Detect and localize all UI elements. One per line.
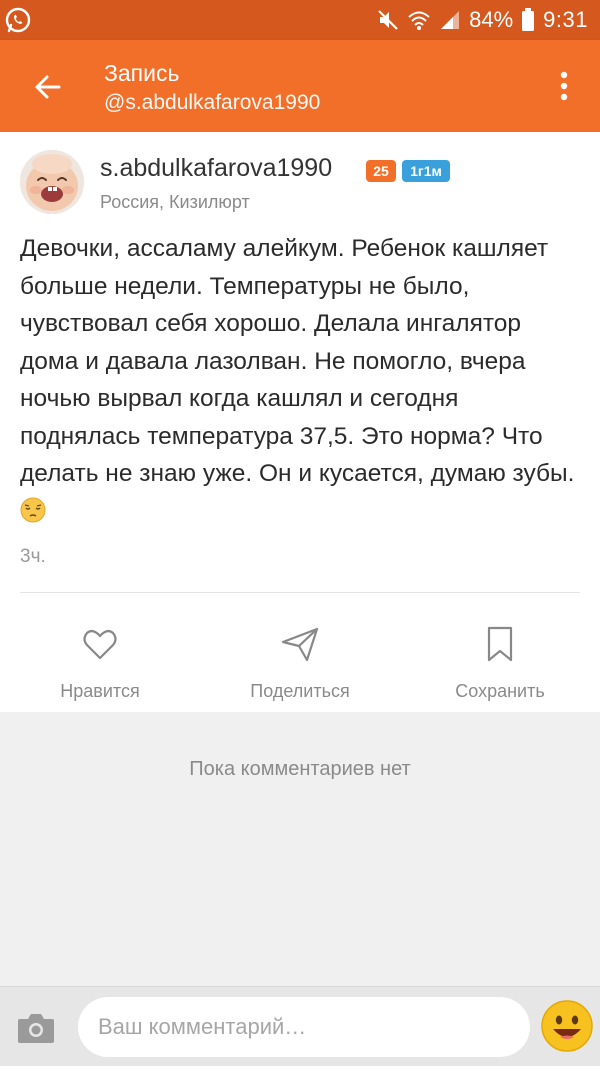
- emoji-button[interactable]: [540, 999, 594, 1053]
- like-label: Нравится: [60, 681, 140, 701]
- membership-badge: 1г1м: [402, 160, 450, 182]
- mute-icon: [378, 10, 398, 30]
- camera-button[interactable]: [16, 1011, 56, 1045]
- heart-icon: [83, 629, 117, 660]
- share-button[interactable]: Поделиться: [220, 624, 380, 702]
- wifi-icon: [408, 11, 430, 30]
- camera-icon: [18, 1014, 54, 1043]
- battery-icon: [522, 8, 535, 31]
- bookmark-icon: [487, 626, 513, 662]
- back-button[interactable]: [22, 62, 72, 112]
- avatar[interactable]: [20, 150, 84, 214]
- post-timestamp: 3ч.: [20, 546, 46, 567]
- signal-icon: [441, 11, 460, 29]
- page-subtitle: @s.abdulkafarova1990: [104, 91, 321, 114]
- post-text: Девочки, ассаламу алейкум. Ребенок кашля…: [20, 235, 575, 487]
- save-label: Сохранить: [455, 681, 545, 701]
- empty-comments-message: Пока комментариев нет: [189, 758, 411, 780]
- smiley-icon: [541, 1000, 593, 1052]
- author-name[interactable]: s.abdulkafarova1990: [100, 154, 332, 183]
- send-icon: [281, 627, 319, 662]
- baby-face-image: [20, 150, 84, 214]
- page-title: Запись: [104, 60, 180, 86]
- battery-percent: 84%: [469, 7, 514, 32]
- status-bar: 84% 9:31: [0, 0, 600, 40]
- like-button[interactable]: Нравится: [20, 624, 180, 702]
- author-location: Россия, Кизилюрт: [100, 192, 250, 212]
- age-badge: 25: [366, 160, 396, 182]
- overflow-menu-button[interactable]: [542, 64, 586, 108]
- divider: [20, 592, 580, 593]
- pensive-emoji-icon: [20, 497, 46, 522]
- clock: 9:31: [543, 7, 588, 32]
- whatsapp-icon: [5, 7, 31, 33]
- post-card: s.abdulkafarova1990 25 1г1м Россия, Кизи…: [0, 132, 600, 712]
- arrow-left-icon: [35, 75, 61, 99]
- more-vertical-icon: [560, 71, 568, 101]
- share-label: Поделиться: [250, 681, 350, 701]
- app-bar: Запись @s.abdulkafarova1990: [0, 40, 600, 132]
- comment-bar: [0, 986, 600, 1066]
- save-button[interactable]: Сохранить: [420, 624, 580, 702]
- post-body: Девочки, ассаламу алейкум. Ребенок кашля…: [20, 230, 580, 530]
- comment-input[interactable]: [78, 997, 530, 1057]
